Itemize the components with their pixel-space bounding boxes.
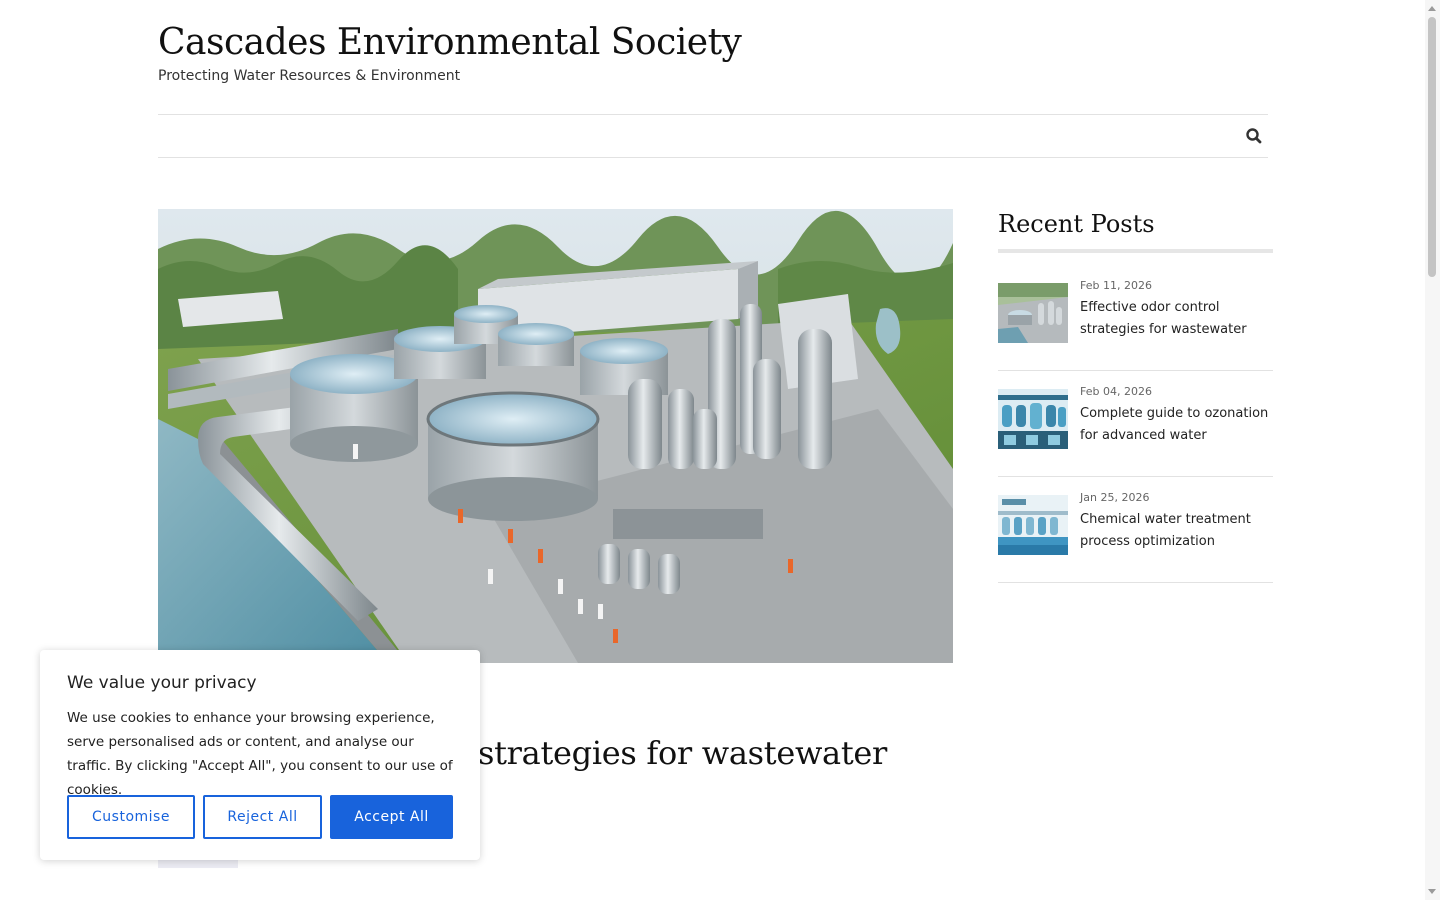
recent-post-title[interactable]: Chemical water treatment process optimiz…: [1080, 509, 1273, 553]
recent-post-title[interactable]: Complete guide to ozonation for advanced…: [1080, 403, 1273, 447]
recent-post-thumbnail[interactable]: [998, 495, 1068, 555]
recent-post-date: Jan 25, 2026: [1080, 491, 1150, 504]
reject-all-button[interactable]: Reject All: [203, 795, 322, 839]
recent-post-item[interactable]: Feb 11, 2026 Effective odor control stra…: [998, 279, 1273, 371]
nav-bar: [158, 114, 1268, 158]
page: Cascades Environmental Society Protectin…: [0, 0, 1440, 900]
cookie-description: We use cookies to enhance your browsing …: [67, 710, 453, 798]
recent-post-item[interactable]: Jan 25, 2026 Chemical water treatment pr…: [998, 491, 1273, 583]
recent-posts-heading: Recent Posts: [998, 209, 1273, 253]
cookie-title: We value your privacy: [67, 673, 257, 693]
search-icon: [1246, 128, 1262, 144]
customise-button[interactable]: Customise: [67, 795, 195, 839]
recent-post-text: Jan 25, 2026 Chemical water treatment pr…: [1080, 491, 1273, 553]
cookie-consent-banner: We value your privacy We use cookies to …: [40, 650, 480, 860]
scroll-down-arrow-icon[interactable]: [1428, 889, 1436, 894]
scroll-up-arrow-icon[interactable]: [1428, 6, 1436, 11]
recent-post-item[interactable]: Feb 04, 2026 Complete guide to ozonation…: [998, 385, 1273, 477]
recent-post-date: Feb 11, 2026: [1080, 279, 1152, 292]
scrollbar-thumb[interactable]: [1428, 17, 1436, 277]
search-button[interactable]: [1244, 126, 1264, 146]
recent-post-title[interactable]: Effective odor control strategies for wa…: [1080, 297, 1273, 341]
sidebar: Recent Posts Feb 11, 2026 Effective odor…: [998, 209, 1273, 583]
site-tagline: Protecting Water Resources & Environment: [158, 68, 461, 84]
recent-post-thumbnail[interactable]: [998, 283, 1068, 343]
scrollbar[interactable]: [1425, 0, 1440, 900]
accept-all-button[interactable]: Accept All: [330, 795, 453, 839]
cookie-buttons: Customise Reject All Accept All: [67, 795, 453, 839]
site-title[interactable]: Cascades Environmental Society: [158, 22, 742, 63]
post-title: strategies for wastewater: [478, 734, 888, 772]
recent-posts-list: Feb 11, 2026 Effective odor control stra…: [998, 279, 1273, 583]
recent-post-text: Feb 04, 2026 Complete guide to ozonation…: [1080, 385, 1273, 447]
recent-post-date: Feb 04, 2026: [1080, 385, 1152, 398]
hero-image[interactable]: [158, 209, 953, 663]
recent-post-text: Feb 11, 2026 Effective odor control stra…: [1080, 279, 1273, 341]
recent-post-thumbnail[interactable]: [998, 389, 1068, 449]
